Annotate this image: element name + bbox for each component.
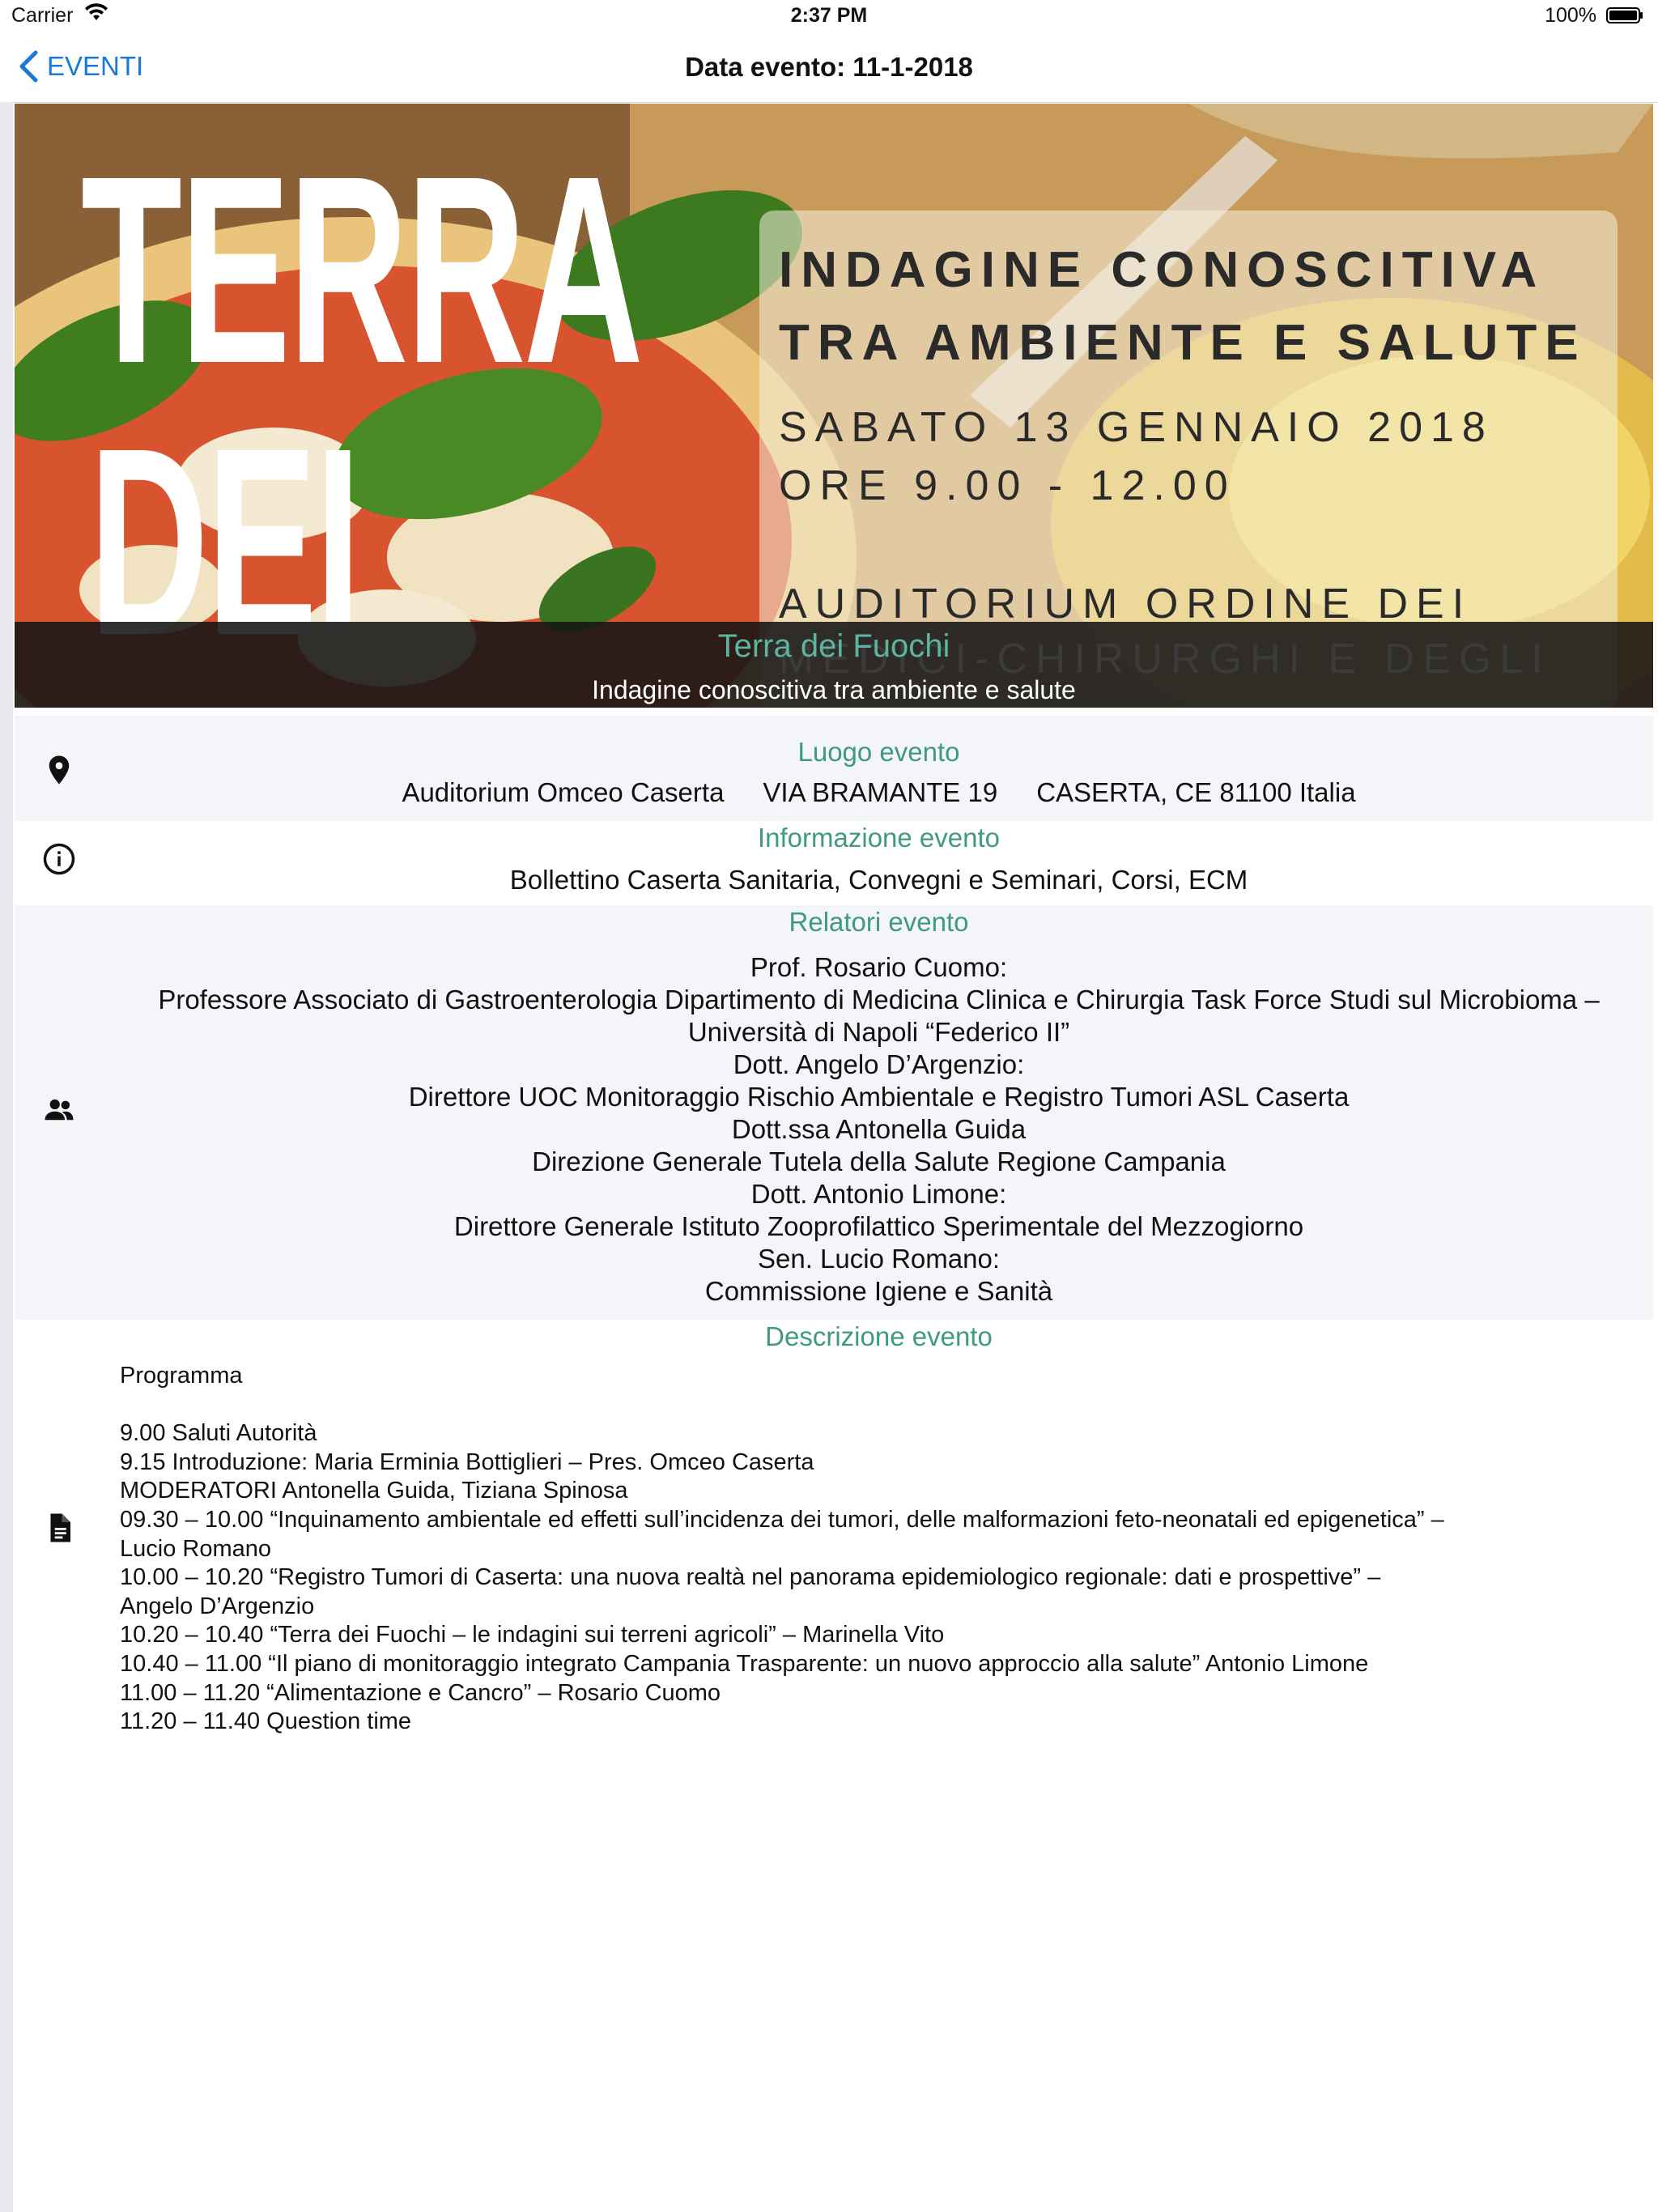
info-section: Informazione evento Bollettino Caserta S… xyxy=(15,821,1653,905)
description-section: Descrizione evento Programma 9.00 Saluti… xyxy=(15,1320,1653,1755)
battery-percent: 100% xyxy=(1545,4,1596,27)
speakers-section: Relatori evento Prof. Rosario Cuomo: Pro… xyxy=(15,905,1653,1320)
event-title: Terra dei Fuochi xyxy=(717,628,950,664)
poster-line-5: AUDITORIUM ORDINE DEI xyxy=(779,581,1473,627)
speaker-line: Direttore Generale Istituto Zooprofilatt… xyxy=(453,1211,1304,1241)
location-city: CASERTA, CE 81100 Italia xyxy=(1036,777,1356,807)
speaker-line: Professore Associato di Gastroenterologi… xyxy=(158,985,1600,1015)
poster-line-4: ORE 9.00 - 12.00 xyxy=(779,462,1236,509)
program-line: 09.30 – 10.00 “Inquinamento ambientale e… xyxy=(120,1506,1444,1533)
program-line: 10.40 – 11.00 “Il piano di monitoraggio … xyxy=(120,1650,1369,1677)
speaker-line: Dott. Antonio Limone: xyxy=(750,1179,1007,1209)
info-text: Bollettino Caserta Sanitaria, Convegni e… xyxy=(509,865,1248,895)
speaker-line: Direzione Generale Tutela della Salute R… xyxy=(532,1146,1226,1176)
location-street: VIA BRAMANTE 19 xyxy=(763,777,998,807)
speaker-line: Sen. Lucio Romano: xyxy=(757,1244,1000,1274)
program-text: Programma 9.00 Saluti Autorità 9.15 Intr… xyxy=(120,1362,1642,1737)
location-address: Auditorium Omceo Caserta VIA BRAMANTE 19 C… xyxy=(15,777,1658,808)
program-line: 10.20 – 10.40 “Terra dei Fuochi – le ind… xyxy=(120,1622,945,1648)
speaker-line: Dott. Angelo D’Argenzio: xyxy=(733,1049,1025,1079)
left-edge-divider xyxy=(0,102,13,2212)
event-poster-image: TERRA DEI INDAGINE CONOSCITIVA TRA AMBIE… xyxy=(15,104,1653,708)
program-line: Programma xyxy=(120,1363,243,1389)
speaker-line: Dott.ssa Antonella Guida xyxy=(731,1114,1027,1144)
speaker-line: Commissione Igiene e Sanità xyxy=(704,1276,1053,1306)
poster-line-1: INDAGINE CONOSCITIVA xyxy=(779,242,1545,298)
program-line: 11.00 – 11.20 “Alimentazione e Cancro” –… xyxy=(120,1679,721,1706)
program-line xyxy=(120,1391,1642,1420)
program-line: 9.00 Saluti Autorità xyxy=(120,1420,317,1447)
speakers-heading: Relatori evento xyxy=(789,907,969,937)
speaker-line: Università di Napoli “Federico II” xyxy=(687,1017,1070,1047)
location-section: Luogo evento Auditorium Omceo Caserta VIA… xyxy=(15,716,1653,821)
program-line: Lucio Romano xyxy=(120,1535,271,1562)
program-line: 11.20 – 11.40 Question time xyxy=(120,1708,412,1735)
event-subtitle: Indagine conoscitiva tra ambiente e salu… xyxy=(592,675,1076,704)
info-heading: Informazione evento xyxy=(757,823,1000,853)
program-line: Angelo D’Argenzio xyxy=(120,1593,315,1619)
speaker-line: Prof. Rosario Cuomo: xyxy=(750,952,1008,982)
description-heading: Descrizione evento xyxy=(765,1321,993,1351)
program-line: MODERATORI Antonella Guida, Tiziana Spin… xyxy=(120,1478,628,1504)
clock: 2:37 PM xyxy=(790,4,868,27)
location-venue: Auditorium Omceo Caserta xyxy=(402,777,725,807)
program-line: 9.15 Introduzione: Maria Erminia Bottigl… xyxy=(120,1448,814,1475)
poster-line-3: SABATO 13 GENNAIO 2018 xyxy=(779,404,1494,451)
poster-line-2: TRA AMBIENTE E SALUTE xyxy=(779,315,1587,371)
battery-icon xyxy=(1606,7,1643,23)
document-icon xyxy=(50,1513,70,1542)
navigation-bar: EVENTI Data evento: 11-1-2018 xyxy=(0,32,1658,103)
status-bar: Carrier 2:37 PM 100% xyxy=(0,0,1658,32)
program-line: 10.00 – 10.20 “Registro Tumori di Casert… xyxy=(120,1564,1381,1591)
location-heading: Luogo evento xyxy=(797,737,960,767)
page-title: Data evento: 11-1-2018 xyxy=(685,52,973,82)
speaker-line: Direttore UOC Monitoraggio Rischio Ambie… xyxy=(408,1082,1350,1112)
poster-word-terra: TERRA xyxy=(81,120,644,419)
